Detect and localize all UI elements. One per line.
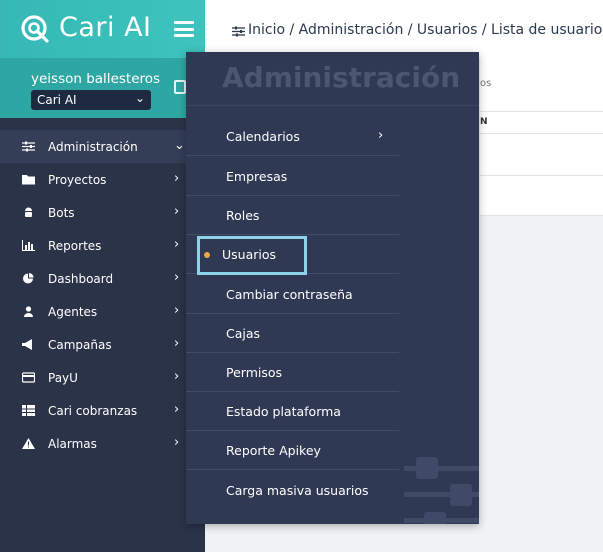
submenu-item-label: Roles <box>226 208 260 223</box>
chevron-right-icon: › <box>378 128 384 143</box>
sidebar: Cari AI yeisson ballesteros Cari AI ⌄ Ad… <box>0 0 205 552</box>
company-select[interactable]: Cari AI ⌄ <box>31 90 151 110</box>
chevron-down-icon: ⌄ <box>134 91 145 105</box>
bar-chart-icon <box>22 240 35 251</box>
pie-chart-icon <box>23 273 34 284</box>
sidebar-item-label: Administración <box>48 140 138 154</box>
chevron-down-icon: ⌄ <box>174 138 185 153</box>
content-row: os <box>480 58 603 112</box>
submenu-item-label: Reporte Apikey <box>226 443 321 458</box>
logout-icon[interactable] <box>174 80 186 94</box>
sidebar-item-dashboard[interactable]: Dashboard › <box>0 262 205 295</box>
chevron-right-icon: › <box>174 435 180 450</box>
chevron-right-icon: › <box>174 171 180 186</box>
submenu-item-empresas[interactable]: Empresas <box>186 157 399 196</box>
android-icon <box>25 207 32 217</box>
sidebar-item-label: Proyectos <box>48 173 107 187</box>
submenu-item-estado-plataforma[interactable]: Estado plataforma <box>186 392 399 431</box>
content-partial-text: os <box>480 78 492 89</box>
sidebar-item-label: Cari cobranzas <box>48 404 138 418</box>
flyout-title: Administración <box>222 61 461 94</box>
table-row <box>480 176 603 216</box>
sidebar-item-label: Dashboard <box>48 272 114 286</box>
chevron-right-icon: › <box>174 270 180 285</box>
chevron-right-icon: › <box>174 402 180 417</box>
sidebar-item-alarmas[interactable]: Alarmas › <box>0 427 205 460</box>
sidebar-nav: Administración ⌄ Proyectos › Bots › Repo… <box>0 130 205 460</box>
sidebar-item-label: Reportes <box>48 239 102 253</box>
submenu-item-label: Cajas <box>226 326 261 341</box>
sidebar-item-label: Bots <box>48 206 75 220</box>
company-select-value: Cari AI <box>37 93 77 107</box>
user-panel: yeisson ballesteros Cari AI ⌄ <box>0 58 205 118</box>
cari-logo-icon <box>21 15 49 43</box>
submenu-item-roles[interactable]: Roles <box>186 196 399 235</box>
hamburger-menu-icon[interactable] <box>174 21 194 37</box>
chevron-right-icon: › <box>174 237 180 252</box>
sidebar-item-label: Alarmas <box>48 437 97 451</box>
sidebar-item-administracion[interactable]: Administración ⌄ <box>0 130 205 163</box>
breadcrumb[interactable]: Inicio / Administración / Usuarios / Lis… <box>248 22 603 38</box>
table-header: N <box>480 112 603 134</box>
column-header-partial: N <box>480 117 488 127</box>
submenu-item-permisos[interactable]: Permisos <box>186 353 399 392</box>
table-icon <box>22 405 35 416</box>
user-icon <box>24 306 33 317</box>
submenu-item-carga-masiva-usuarios[interactable]: Carga masiva usuarios <box>186 471 399 510</box>
sliders-watermark-icon <box>404 457 479 524</box>
megaphone-icon <box>22 339 32 350</box>
submenu-item-label: Permisos <box>226 365 283 380</box>
submenu-item-label: Carga masiva usuarios <box>226 483 369 498</box>
credit-card-icon <box>22 372 35 383</box>
submenu-item-cajas[interactable]: Cajas <box>186 314 399 353</box>
sidebar-item-payu[interactable]: PayU › <box>0 361 205 394</box>
sidebar-item-bots[interactable]: Bots › <box>0 196 205 229</box>
sidebar-item-cari-cobranzas[interactable]: Cari cobranzas › <box>0 394 205 427</box>
sidebar-item-proyectos[interactable]: Proyectos › <box>0 163 205 196</box>
warning-icon <box>22 438 35 449</box>
chevron-right-icon: › <box>174 369 180 384</box>
sidebar-item-label: PayU <box>48 371 78 385</box>
chevron-right-icon: › <box>174 204 180 219</box>
sidebar-item-label: Agentes <box>48 305 98 319</box>
sliders-icon <box>232 26 245 37</box>
submenu-item-reporte-apikey[interactable]: Reporte Apikey <box>186 431 399 470</box>
submenu-item-label: Estado plataforma <box>226 404 341 419</box>
submenu-item-calendarios[interactable]: Calendarios › <box>186 117 399 156</box>
submenu-item-label: Calendarios <box>226 129 300 144</box>
selection-highlight <box>197 236 307 275</box>
submenu-item-cambiar-contrasena[interactable]: Cambiar contraseña <box>186 275 399 314</box>
sidebar-item-agentes[interactable]: Agentes › <box>0 295 205 328</box>
sidebar-item-campanas[interactable]: Campañas › <box>0 328 205 361</box>
administracion-flyout-menu: Administración Calendarios › Empresas Ro… <box>186 52 479 524</box>
sidebar-item-reportes[interactable]: Reportes › <box>0 229 205 262</box>
chevron-right-icon: › <box>174 303 180 318</box>
brand-name: Cari AI <box>59 12 152 43</box>
divider <box>186 105 479 106</box>
user-name: yeisson ballesteros <box>31 71 161 87</box>
table-row <box>480 134 603 176</box>
chevron-right-icon: › <box>174 336 180 351</box>
submenu-item-label: Cambiar contraseña <box>226 287 353 302</box>
folder-icon <box>22 175 35 185</box>
submenu-item-label: Empresas <box>226 169 288 184</box>
sliders-icon <box>22 141 35 152</box>
sidebar-item-label: Campañas <box>48 338 112 352</box>
brand-header: Cari AI <box>0 0 205 58</box>
